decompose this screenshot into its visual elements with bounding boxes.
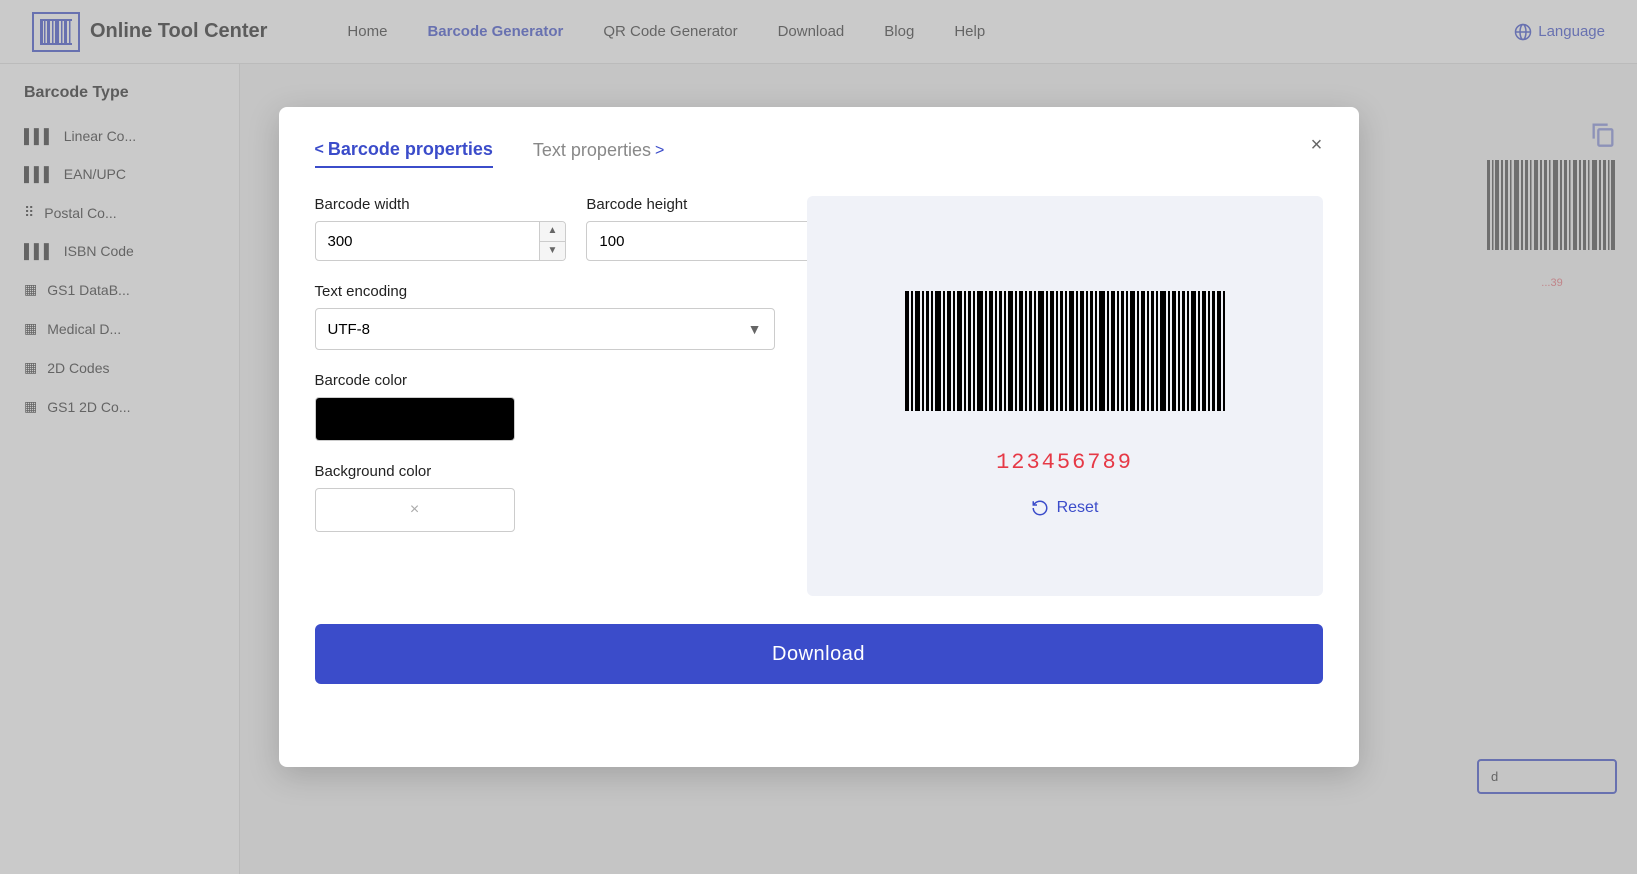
barcode-color-label: Barcode color (315, 372, 775, 389)
form-group-encoding: Text encoding UTF-8 UTF-16 ISO-8859-1 AS… (315, 283, 775, 350)
barcode-svg (895, 276, 1235, 446)
barcode-color-swatch[interactable] (315, 397, 515, 441)
form-group-bg-color: Background color × (315, 463, 775, 532)
modal-preview: 123456789 Reset (807, 196, 1323, 596)
tab-text-properties[interactable]: Text properties > (533, 140, 664, 167)
tab-barcode-properties[interactable]: < Barcode properties (315, 139, 493, 168)
form-group-barcode-color: Barcode color (315, 372, 775, 441)
encoding-label: Text encoding (315, 283, 775, 300)
barcode-color-inner (316, 398, 514, 440)
width-input[interactable] (316, 222, 539, 260)
reset-button[interactable]: Reset (1031, 499, 1099, 517)
modal-tabs: < Barcode properties Text properties > × (315, 139, 1323, 168)
width-spinners: ▲ ▼ (539, 222, 566, 260)
modal-close-button[interactable]: × (1303, 131, 1331, 159)
modal-form: Barcode width ▲ ▼ Barcode height (315, 196, 775, 596)
bg-color-clear-icon: × (410, 501, 419, 519)
tab-text-label: Text properties (533, 140, 651, 161)
width-input-wrapper: ▲ ▼ (315, 221, 567, 261)
bg-color-label: Background color (315, 463, 775, 480)
height-label: Barcode height (586, 196, 838, 213)
width-decrement[interactable]: ▼ (540, 242, 566, 261)
modal-body: Barcode width ▲ ▼ Barcode height (315, 196, 1323, 596)
form-dimensions-row: Barcode width ▲ ▼ Barcode height (315, 196, 775, 261)
form-group-width: Barcode width ▲ ▼ (315, 196, 567, 261)
width-increment[interactable]: ▲ (540, 222, 566, 241)
modal-dialog: < Barcode properties Text properties > ×… (279, 107, 1359, 767)
barcode-image: 123456789 (895, 276, 1235, 475)
modal-footer: Download (315, 624, 1323, 684)
reset-icon (1031, 499, 1049, 517)
tab-barcode-label: Barcode properties (328, 139, 493, 160)
download-button[interactable]: Download (315, 624, 1323, 684)
encoding-select[interactable]: UTF-8 UTF-16 ISO-8859-1 ASCII (316, 309, 774, 349)
bg-color-swatch[interactable]: × (315, 488, 515, 532)
barcode-number: 123456789 (996, 450, 1133, 475)
height-input[interactable] (587, 222, 810, 260)
form-group-height: Barcode height ▲ ▼ (586, 196, 838, 261)
width-label: Barcode width (315, 196, 567, 213)
encoding-select-wrapper: UTF-8 UTF-16 ISO-8859-1 ASCII ▼ (315, 308, 775, 350)
tab-left-arrow: < (315, 141, 324, 159)
height-input-wrapper: ▲ ▼ (586, 221, 838, 261)
tab-right-arrow: > (655, 142, 664, 160)
reset-label: Reset (1057, 499, 1099, 517)
